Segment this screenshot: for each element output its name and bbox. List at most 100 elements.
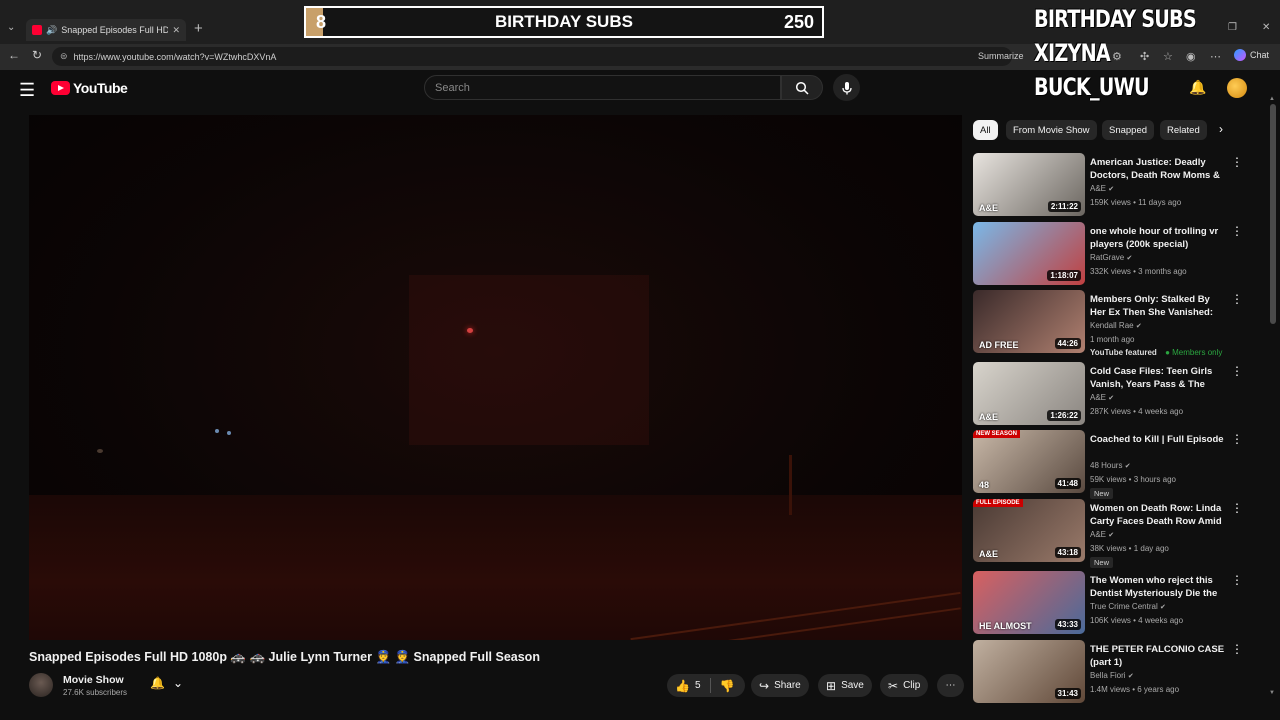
recommendation-title[interactable]: Cold Case Files: Teen Girls Vanish, Year… (1090, 365, 1226, 392)
recommendation-title[interactable]: THE PETER FALCONIO CASE (part 1) (1090, 643, 1226, 669)
recommendation-title[interactable]: Coached to Kill | Full Episode (1090, 433, 1226, 446)
save-button[interactable]: ⊞ Save (818, 674, 872, 697)
notifications-bell-icon[interactable]: 🔔 (1189, 79, 1206, 96)
recommendation-item[interactable]: AD FREE 44:26 Members Only: Stalked By Her… (973, 290, 1273, 357)
hamburger-menu-icon[interactable]: ☰ (19, 80, 35, 101)
recommendation-title[interactable]: The Women who reject this Dentist Myster… (1090, 574, 1226, 601)
back-arrow-icon[interactable]: ← (8, 48, 20, 62)
save-playlist-icon: ⊞ (826, 678, 837, 693)
speaker-icon[interactable]: 🔊 (46, 25, 57, 36)
recommendation-title[interactable]: American Justice: Deadly Doctors, Death … (1090, 156, 1226, 183)
url-field[interactable]: ⊜ https://www.youtube.com/watch?v=WZtwhc… (52, 47, 1012, 66)
recommendation-title[interactable]: one whole hour of trolling vr players (2… (1090, 225, 1226, 251)
birthday-subs-list: BIRTHDAY SUBS XIZYNA BUCK_UWU (1034, 2, 1197, 104)
video-thumbnail[interactable]: FULL EPISODE A&E 43:18 (973, 499, 1085, 562)
verified-check-icon: ✔ (1124, 463, 1131, 470)
scroll-up-arrow-icon[interactable]: ▲ (1269, 96, 1275, 102)
more-vertical-icon[interactable]: ⋮ (1231, 224, 1243, 238)
recommendation-title[interactable]: Members Only: Stalked By Her Ex Then She… (1090, 293, 1226, 320)
like-button-icon[interactable]: 👍 (675, 679, 690, 693)
save-label: Save (841, 680, 864, 691)
more-vertical-icon[interactable]: ⋮ (1231, 501, 1243, 515)
subscriber-goal-bar: 8 BIRTHDAY SUBS 250 (304, 6, 824, 38)
more-actions-button[interactable]: ⋯ (937, 674, 964, 697)
account-avatar[interactable] (1227, 78, 1247, 98)
restore-window-icon[interactable]: ❐ (1228, 22, 1237, 33)
dislike-button-icon[interactable]: 👎 (720, 679, 735, 693)
recommendation-title[interactable]: Women on Death Row: Linda Carty Faces De… (1090, 502, 1226, 529)
search-input[interactable]: Search (424, 75, 781, 100)
sidebar-scrollbar[interactable] (1270, 104, 1276, 324)
search-placeholder: Search (435, 81, 470, 94)
tab-list-chevron-icon[interactable]: ⌄ (7, 22, 15, 33)
recommendation-channel[interactable]: Kendall Rae ✔ (1090, 321, 1142, 330)
video-thumbnail[interactable]: 1:18:07 (973, 222, 1085, 285)
members-only-badge: ● Members only (1165, 348, 1223, 357)
reload-icon[interactable]: ↻ (32, 48, 42, 62)
verified-check-icon: ✔ (1108, 532, 1115, 539)
video-thumbnail[interactable]: AD FREE 44:26 (973, 290, 1085, 353)
new-tab-button[interactable]: + (194, 20, 203, 37)
featured-row: YouTube featured ● Members only (1090, 348, 1222, 357)
recommendation-meta: 38K views • 1 day ago (1090, 544, 1169, 553)
chip-all[interactable]: All (973, 120, 998, 140)
video-thumbnail[interactable]: A&E 2:11:22 (973, 153, 1085, 216)
chip-related[interactable]: Related (1160, 120, 1207, 140)
more-horizontal-icon: ⋯ (945, 680, 956, 691)
more-menu-icon[interactable]: ⋯ (1210, 50, 1221, 63)
recommendation-channel[interactable]: RatGrave ✔ (1090, 253, 1132, 262)
copilot-icon (1234, 49, 1246, 61)
recommendation-channel[interactable]: A&E ✔ (1090, 393, 1114, 402)
chip-from-movie-show[interactable]: From Movie Show (1006, 120, 1097, 140)
recommendation-channel[interactable]: Bella Fiori ✔ (1090, 671, 1134, 680)
recommendation-item[interactable]: 1:18:07 one whole hour of trolling vr pla… (973, 222, 1273, 288)
scroll-down-arrow-icon[interactable]: ▼ (1269, 690, 1275, 696)
more-vertical-icon[interactable]: ⋮ (1231, 155, 1243, 169)
more-vertical-icon[interactable]: ⋮ (1231, 364, 1243, 378)
video-duration: 31:43 (1054, 688, 1081, 699)
thumbnail-logo-text: AD FREE (979, 340, 1019, 350)
recommendation-channel[interactable]: 48 Hours ✔ (1090, 461, 1131, 470)
share-button[interactable]: ↪ Share (751, 674, 809, 697)
more-vertical-icon[interactable]: ⋮ (1231, 642, 1243, 656)
browser-tab-active[interactable]: 🔊 Snapped Episodes Full HD 10... ✕ (26, 19, 186, 41)
youtube-logo[interactable]: YouTube (51, 80, 128, 96)
channel-name[interactable]: Movie Show (63, 674, 124, 686)
recommendation-item[interactable]: HE ALMOST 43:33 The Women who reject this … (973, 571, 1273, 637)
copilot-chat-button[interactable]: Chat (1234, 49, 1269, 61)
channel-name-text: A&E (1090, 184, 1107, 193)
channel-name-text: A&E (1090, 393, 1107, 402)
recommendation-item[interactable]: NEW SEASON 48 41:48 Coached to Kill | Full … (973, 430, 1273, 499)
recommendation-item[interactable]: FULL EPISODE A&E 43:18 Women on Death Row: … (973, 499, 1273, 568)
voice-search-button[interactable] (833, 74, 860, 101)
video-thumbnail[interactable]: NEW SEASON 48 41:48 (973, 430, 1085, 493)
video-frame-light (97, 449, 103, 453)
more-vertical-icon[interactable]: ⋮ (1231, 573, 1243, 587)
chip-snapped[interactable]: Snapped (1102, 120, 1155, 140)
chips-next-arrow-icon[interactable]: › (1219, 122, 1223, 136)
channel-avatar[interactable] (29, 673, 53, 697)
video-thumbnail[interactable]: HE ALMOST 43:33 (973, 571, 1085, 634)
search-button[interactable] (781, 75, 823, 100)
video-player[interactable] (29, 115, 962, 640)
recommendation-channel[interactable]: True Crime Central ✔ (1090, 602, 1166, 611)
recommendation-item[interactable]: 31:43 THE PETER FALCONIO CASE (part 1) Bel… (973, 640, 1273, 706)
subscription-notify-button[interactable]: 🔔 ⌄ (150, 676, 183, 690)
close-window-icon[interactable]: ✕ (1262, 22, 1270, 33)
video-thumbnail[interactable]: 31:43 (973, 640, 1085, 703)
recommendation-channel[interactable]: A&E ✔ (1090, 530, 1114, 539)
site-info-icon[interactable]: ⊜ (60, 51, 68, 62)
recommendation-channel[interactable]: A&E ✔ (1090, 184, 1114, 193)
tab-close-icon[interactable]: ✕ (172, 25, 180, 36)
clip-button[interactable]: ✂ Clip (880, 674, 929, 697)
summarize-button[interactable]: Summarize (978, 51, 1024, 61)
more-vertical-icon[interactable]: ⋮ (1231, 432, 1243, 446)
side-line: BIRTHDAY SUBS (1034, 5, 1197, 33)
like-count[interactable]: 5 (695, 680, 701, 691)
more-vertical-icon[interactable]: ⋮ (1231, 292, 1243, 306)
recommendation-item[interactable]: A&E 2:11:22 American Justice: Deadly Docto… (973, 153, 1273, 219)
video-thumbnail[interactable]: A&E 1:26:22 (973, 362, 1085, 425)
recommendation-meta: 1.4M views • 6 years ago (1090, 685, 1180, 694)
recommendation-item[interactable]: A&E 1:26:22 Cold Case Files: Teen Girls Va… (973, 362, 1273, 428)
video-frame-building (409, 275, 649, 445)
